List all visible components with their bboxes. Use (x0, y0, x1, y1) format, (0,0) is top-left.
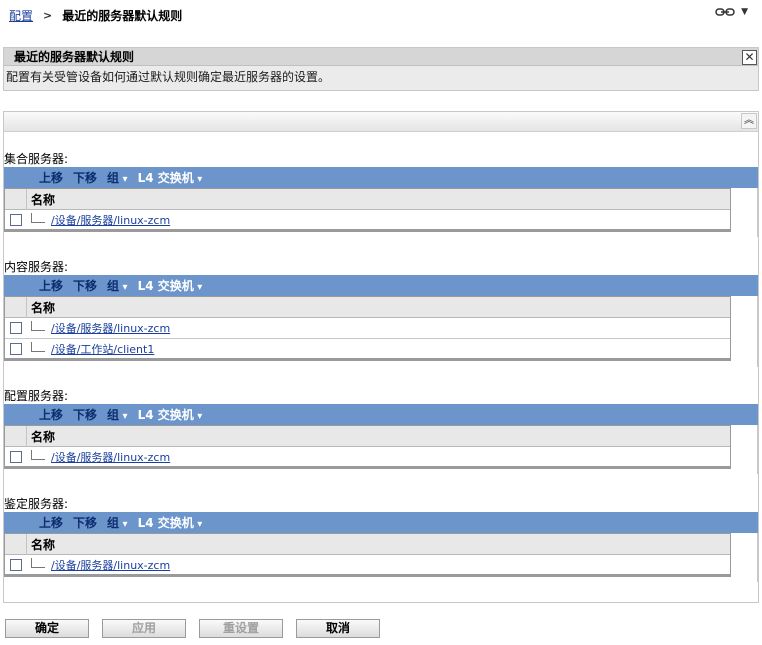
server-table: 名称 /设备/服务器/linux-zcm (4, 188, 731, 232)
move-down-button[interactable]: 下移 (73, 514, 97, 531)
cancel-button[interactable]: 取消 (296, 619, 380, 638)
table-header: 名称 (5, 533, 730, 555)
section-config-servers: 上移 下移 组 L4 交换机 名称 /设备/服务器/linux-zcm (4, 404, 758, 476)
row-checkbox[interactable] (10, 450, 22, 463)
column-header-name[interactable]: 名称 (27, 536, 55, 553)
section-label-collection: 集合服务器: (4, 152, 69, 166)
info-box: 最近的服务器默认规则 配置有关受管设备如何通过默认规则确定最近服务器的设置。 ✕ (3, 47, 759, 91)
chain-link-icon[interactable] (715, 7, 735, 17)
l4-switch-menu[interactable]: L4 交换机 (138, 514, 203, 531)
table-row: /设备/服务器/linux-zcm (5, 555, 730, 576)
workstation-link[interactable]: /设备/工作站/client1 (51, 341, 154, 357)
breadcrumb-separator: > (43, 8, 53, 22)
row-checkbox[interactable] (10, 342, 22, 355)
section-toolbar: 上移 下移 组 L4 交换机 (4, 512, 758, 533)
section-toolbar: 上移 下移 组 L4 交换机 (4, 275, 758, 296)
server-link[interactable]: /设备/服务器/linux-zcm (51, 212, 170, 228)
column-header-name[interactable]: 名称 (27, 428, 55, 445)
section-toolbar: 上移 下移 组 L4 交换机 (4, 404, 758, 425)
info-description: 配置有关受管设备如何通过默认规则确定最近服务器的设置。 (6, 70, 331, 84)
form-buttons: 确定 应用 重设置 取消 (5, 619, 380, 638)
server-link[interactable]: /设备/服务器/linux-zcm (51, 557, 170, 573)
section-label-content: 内容服务器: (4, 260, 69, 274)
breadcrumb-link-config[interactable]: 配置 (9, 7, 33, 24)
table-header: 名称 (5, 296, 730, 318)
group-menu[interactable]: 组 (107, 514, 128, 531)
table-row: /设备/服务器/linux-zcm (5, 447, 730, 468)
group-menu[interactable]: 组 (107, 277, 128, 294)
server-link[interactable]: /设备/服务器/linux-zcm (51, 320, 170, 336)
table-row: /设备/工作站/client1 (5, 339, 730, 360)
move-down-button[interactable]: 下移 (73, 169, 97, 186)
server-table: 名称 /设备/服务器/linux-zcm (4, 533, 731, 577)
section-content-servers: 上移 下移 组 L4 交换机 名称 /设备/服务器/linux-zcm /设备/… (4, 275, 758, 369)
reset-button[interactable]: 重设置 (199, 619, 283, 638)
l4-switch-menu[interactable]: L4 交换机 (138, 169, 203, 186)
chevron-down-icon[interactable]: ▼ (741, 7, 748, 17)
row-checkbox[interactable] (10, 558, 22, 571)
table-header: 名称 (5, 188, 730, 210)
server-table: 名称 /设备/服务器/linux-zcm /设备/工作站/client1 (4, 296, 731, 361)
l4-switch-menu[interactable]: L4 交换机 (138, 406, 203, 423)
section-toolbar: 上移 下移 组 L4 交换机 (4, 167, 758, 188)
move-up-button[interactable]: 上移 (39, 277, 63, 294)
section-collection-servers: 上移 下移 组 L4 交换机 名称 /设备/服务器/linux-zcm (4, 167, 758, 239)
tree-connector (31, 341, 45, 352)
row-checkbox[interactable] (10, 213, 22, 226)
move-down-button[interactable]: 下移 (73, 277, 97, 294)
panel-header: ︽ (4, 112, 758, 132)
info-title: 最近的服务器默认规则 (4, 48, 758, 66)
tree-connector (31, 212, 45, 223)
move-up-button[interactable]: 上移 (39, 406, 63, 423)
page-title: 最近的服务器默认规则 (62, 8, 183, 23)
move-up-button[interactable]: 上移 (39, 514, 63, 531)
double-chevron-up-icon[interactable]: ︽ (741, 113, 757, 129)
apply-button[interactable]: 应用 (102, 619, 186, 638)
group-menu[interactable]: 组 (107, 406, 128, 423)
close-icon[interactable]: ✕ (742, 50, 757, 65)
l4-switch-menu[interactable]: L4 交换机 (138, 277, 203, 294)
group-menu[interactable]: 组 (107, 169, 128, 186)
server-table: 名称 /设备/服务器/linux-zcm (4, 425, 731, 469)
section-label-config: 配置服务器: (4, 389, 69, 403)
tree-connector (31, 321, 45, 331)
header-icons: ▼ (715, 7, 748, 17)
breadcrumb: 配置 > 最近的服务器默认规则 (9, 7, 182, 23)
column-header-name[interactable]: 名称 (27, 299, 55, 316)
tree-connector (31, 449, 45, 460)
section-auth-servers: 上移 下移 组 L4 交换机 名称 /设备/服务器/linux-zcm (4, 512, 758, 584)
row-checkbox[interactable] (10, 322, 22, 334)
table-header: 名称 (5, 425, 730, 447)
table-row: /设备/服务器/linux-zcm (5, 318, 730, 339)
ok-button[interactable]: 确定 (5, 619, 89, 638)
section-label-auth: 鉴定服务器: (4, 497, 69, 511)
move-up-button[interactable]: 上移 (39, 169, 63, 186)
column-header-name[interactable]: 名称 (27, 191, 55, 208)
tree-connector (31, 557, 45, 568)
move-down-button[interactable]: 下移 (73, 406, 97, 423)
table-row: /设备/服务器/linux-zcm (5, 210, 730, 231)
server-link[interactable]: /设备/服务器/linux-zcm (51, 449, 170, 465)
